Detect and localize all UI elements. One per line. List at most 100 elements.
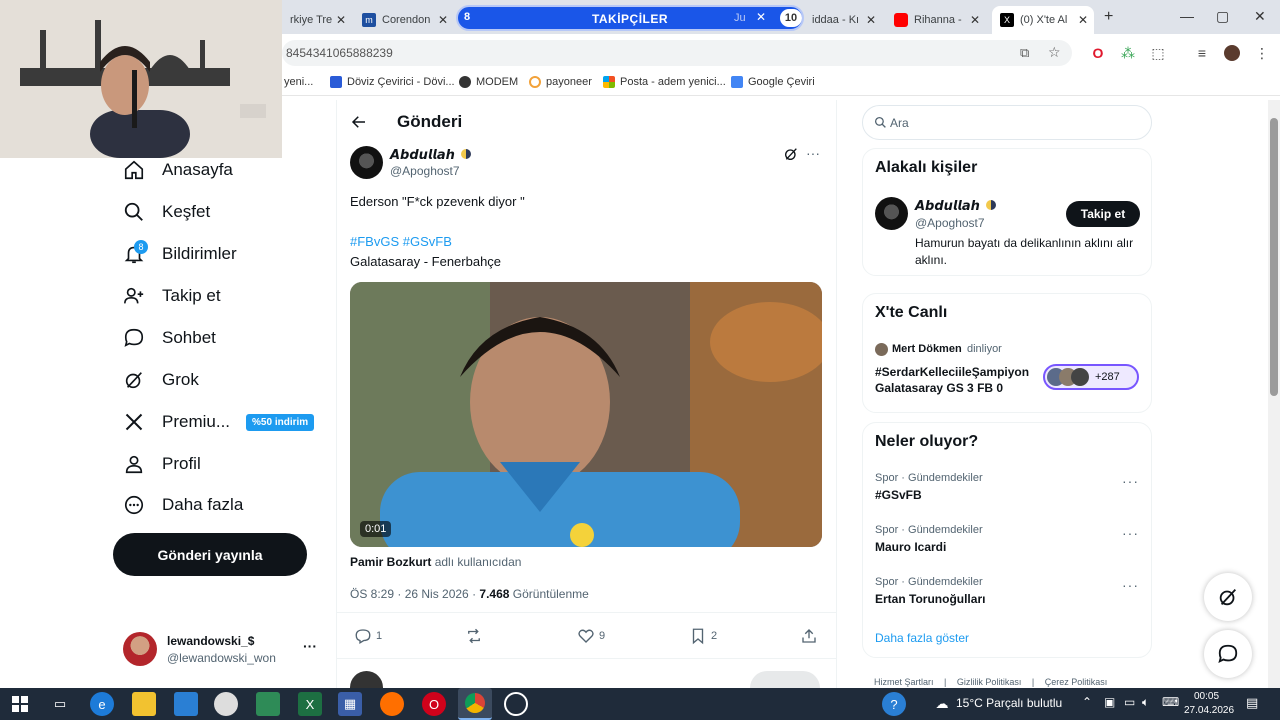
close-icon[interactable]: ✕	[1078, 13, 1088, 27]
post-video[interactable]: 0:01	[350, 282, 822, 547]
like-button[interactable]: 9	[577, 627, 605, 645]
network-icon[interactable]: ▭	[1124, 695, 1135, 709]
trend-more-icon[interactable]: ···	[1122, 525, 1139, 541]
close-icon[interactable]: ✕	[970, 13, 980, 27]
media-icon[interactable]: ≡	[1194, 45, 1210, 61]
nav-item-profile[interactable]: Profil	[122, 449, 201, 479]
tab-group-takipciler[interactable]: 8 TAKİPÇİLER Ju ✕ 10	[456, 5, 804, 31]
minimize-button[interactable]: —	[1180, 8, 1194, 24]
live-space-title[interactable]: #SerdarKelleciileŞampiyonGalatasaray GS …	[875, 364, 1035, 396]
trend-item[interactable]: Spor · Gündemdekiler #GSvFB ···	[863, 469, 1151, 513]
new-tab-button[interactable]: +	[1104, 8, 1113, 26]
clock-time[interactable]: 00:05	[1194, 691, 1219, 702]
app-icon[interactable]	[174, 692, 198, 716]
author-name[interactable]: 𝘼𝙗𝙙𝙪𝙡𝙡𝙖𝙝	[390, 147, 471, 163]
footer-link[interactable]: Çerez Politikası	[1045, 677, 1108, 687]
trend-more-icon[interactable]: ···	[1122, 473, 1139, 489]
window-close-button[interactable]: ✕	[1254, 8, 1266, 25]
extension-grid-icon[interactable]: ⁂	[1120, 45, 1136, 61]
nav-item-explore[interactable]: Keşfet	[122, 197, 210, 227]
show-more-link[interactable]: Daha fazla göster	[875, 631, 969, 645]
tab-corendon[interactable]: m Corendon ✕	[354, 6, 454, 34]
messages-fab-button[interactable]	[1204, 630, 1252, 678]
edge-icon[interactable]: e	[90, 692, 114, 716]
app-icon[interactable]	[256, 692, 280, 716]
grok-fab-button[interactable]	[1204, 573, 1252, 621]
grok-explain-icon[interactable]	[783, 146, 799, 167]
back-arrow-icon[interactable]	[350, 113, 368, 136]
author-handle[interactable]: @Apoghost7	[390, 164, 460, 178]
clock-date[interactable]: 27.04.2026	[1184, 705, 1234, 716]
bookmark-item[interactable]: yeni...	[284, 76, 313, 88]
close-icon[interactable]: ✕	[336, 13, 346, 27]
bookmark-item[interactable]: Posta - adem yenici...	[603, 76, 726, 88]
footer-link[interactable]: Hizmet Şartları	[874, 677, 934, 687]
author-avatar[interactable]	[350, 146, 383, 179]
app-icon[interactable]	[504, 692, 528, 716]
task-view-icon[interactable]: ▭	[48, 692, 72, 716]
tray-chevron-icon[interactable]: ⌃	[1082, 695, 1092, 709]
bookmark-item[interactable]: Google Çeviri	[731, 76, 815, 88]
tab-turkiye[interactable]: rkiye Tre ✕	[282, 6, 352, 34]
tab-x-active[interactable]: X (0) X'te Al ✕	[992, 6, 1094, 34]
footer-link[interactable]: Gizlilik Politikası	[957, 677, 1022, 687]
calculator-icon[interactable]: ▦	[338, 692, 362, 716]
attribution-user[interactable]: Pamir Bozkurt	[350, 555, 431, 569]
help-icon[interactable]: ?	[882, 692, 906, 716]
reply-button[interactable]: 1	[354, 627, 382, 645]
nav-item-chat[interactable]: Sohbet	[122, 323, 216, 353]
trend-item[interactable]: Spor · Gündemdekiler Ertan Torunoğulları…	[863, 573, 1151, 617]
repost-button[interactable]	[465, 627, 483, 645]
listeners-pill[interactable]: +287	[1043, 364, 1139, 390]
close-icon[interactable]: ✕	[438, 13, 448, 27]
nav-item-premium[interactable]: Premiu... %50 indirim	[122, 407, 315, 437]
opera-icon[interactable]: O	[1090, 45, 1106, 61]
tab-iddaa[interactable]: iddaa - Kı ✕	[804, 6, 882, 34]
install-app-icon[interactable]: ⧉	[1020, 45, 1029, 61]
excel-icon[interactable]: X	[298, 692, 322, 716]
nav-item-more[interactable]: Daha fazla	[122, 490, 243, 520]
firefox-icon[interactable]	[380, 692, 404, 716]
trend-more-icon[interactable]: ···	[1122, 577, 1139, 593]
share-button[interactable]	[800, 627, 818, 645]
account-switcher[interactable]: lewandowski_$ @lewandowski_won ···	[120, 628, 320, 672]
notification-center-icon[interactable]: ▤	[1246, 695, 1258, 711]
bookmark-star-icon[interactable]: ☆	[1048, 44, 1061, 61]
profile-avatar-icon[interactable]	[1224, 45, 1240, 61]
related-avatar[interactable]	[875, 197, 908, 230]
nav-item-grok[interactable]: Grok	[122, 365, 199, 395]
bookmark-button[interactable]: 2	[689, 627, 717, 645]
live-host[interactable]: Mert Dökmen	[892, 343, 962, 355]
bookmark-item[interactable]: MODEM	[459, 76, 518, 88]
nav-item-notifications[interactable]: 8 Bildirimler	[122, 239, 237, 269]
tab-rihanna[interactable]: Rihanna - ✕	[886, 6, 986, 34]
post-button[interactable]: Gönderi yayınla	[113, 533, 307, 576]
menu-kebab-icon[interactable]: ⋮	[1254, 45, 1270, 61]
address-bar[interactable]: 8454341065888239 ⧉ ☆	[282, 40, 1072, 66]
nav-item-home[interactable]: Anasayfa	[122, 155, 233, 185]
tray-icon[interactable]: ▣	[1104, 695, 1115, 709]
keyboard-icon[interactable]: ⌨	[1162, 695, 1179, 709]
windows-start-icon[interactable]	[8, 692, 32, 716]
bookmark-item[interactable]: Döviz Çevirici - Dövi...	[330, 76, 455, 88]
trend-item[interactable]: Spor · Gündemdekiler Mauro Icardi ···	[863, 521, 1151, 565]
close-icon[interactable]: ✕	[756, 10, 766, 24]
weather-text[interactable]: 15°C Parçalı bulutlu	[956, 696, 1062, 710]
chrome-icon[interactable]	[458, 688, 492, 720]
related-name[interactable]: 𝘼𝙗𝙙𝙪𝙡𝙡𝙖𝙝	[915, 198, 996, 214]
more-icon[interactable]: ···	[303, 638, 317, 654]
post-hashtags[interactable]: #FBvGS #GSvFB	[350, 234, 452, 249]
follow-button[interactable]: Takip et	[1066, 201, 1140, 227]
extensions-icon[interactable]: ⬚	[1150, 45, 1166, 61]
opera-icon[interactable]: O	[422, 692, 446, 716]
search-bar[interactable]: Ara	[862, 105, 1152, 140]
scrollbar-thumb[interactable]	[1270, 118, 1278, 396]
file-explorer-icon[interactable]	[132, 692, 156, 716]
nav-item-follow[interactable]: Takip et	[122, 281, 221, 311]
app-icon[interactable]	[214, 692, 238, 716]
close-icon[interactable]: ✕	[866, 13, 876, 27]
volume-icon[interactable]: 🔈︎	[1142, 695, 1149, 710]
bookmark-item[interactable]: payoneer	[529, 76, 592, 88]
post-more-icon[interactable]: ···	[806, 145, 820, 161]
page-scrollbar[interactable]	[1268, 100, 1280, 688]
